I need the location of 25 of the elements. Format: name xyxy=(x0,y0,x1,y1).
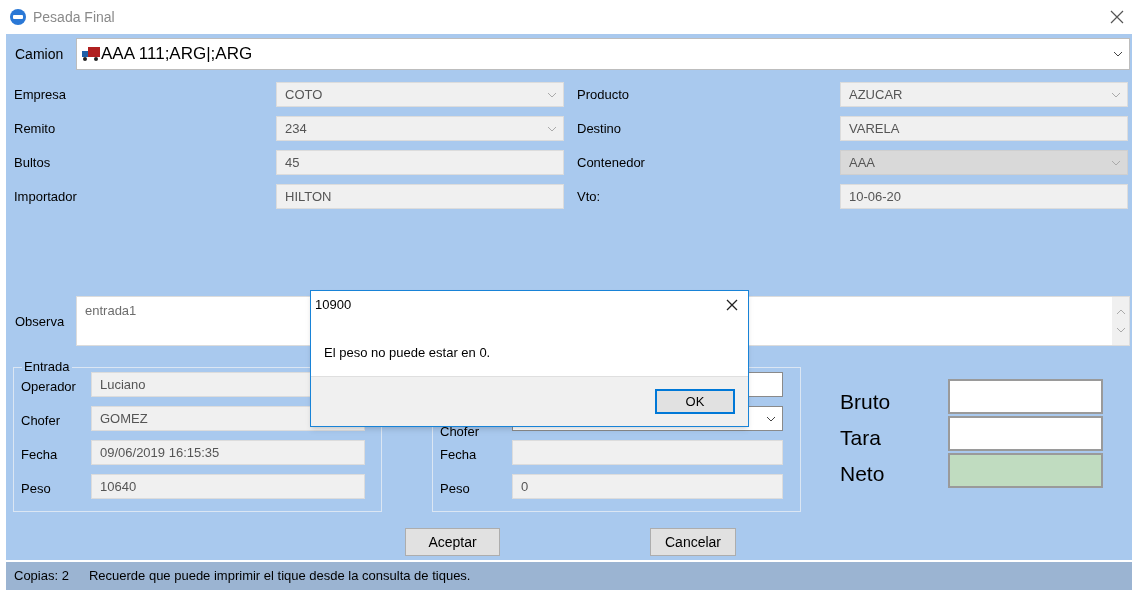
field-label: Observa xyxy=(14,313,66,332)
field-label: Empresa xyxy=(13,85,68,104)
field-label: Peso xyxy=(21,479,52,498)
status-text: Recuerde que puede imprimir el tique desde la consulta de tiques. xyxy=(88,567,471,586)
field-label: Producto xyxy=(577,85,631,104)
status-text: Copias: 2 xyxy=(14,567,69,586)
field-label: Chofer xyxy=(440,422,481,441)
field-label: Fecha xyxy=(440,445,478,464)
field-label: Fecha xyxy=(21,445,59,464)
field-label: Operador xyxy=(21,377,77,396)
field-label: Contenedor xyxy=(577,153,646,172)
total-label: Tara xyxy=(840,425,882,451)
dialog-message: El peso no puede estar en 0. xyxy=(323,344,492,362)
field-label: Peso xyxy=(440,479,471,498)
dialog-title: 10900 xyxy=(315,296,352,315)
field-label: Importador xyxy=(13,187,78,206)
field-label: Vto: xyxy=(577,187,602,206)
field-label: Remito xyxy=(13,119,57,138)
window-title: Pesada Final xyxy=(33,7,115,27)
field-label: Bultos xyxy=(13,153,52,172)
total-label: Bruto xyxy=(840,389,891,415)
field-label: Chofer xyxy=(21,411,62,430)
field-label: Camion xyxy=(14,44,65,64)
total-label: Neto xyxy=(840,461,886,487)
field-label: Destino xyxy=(577,119,623,138)
